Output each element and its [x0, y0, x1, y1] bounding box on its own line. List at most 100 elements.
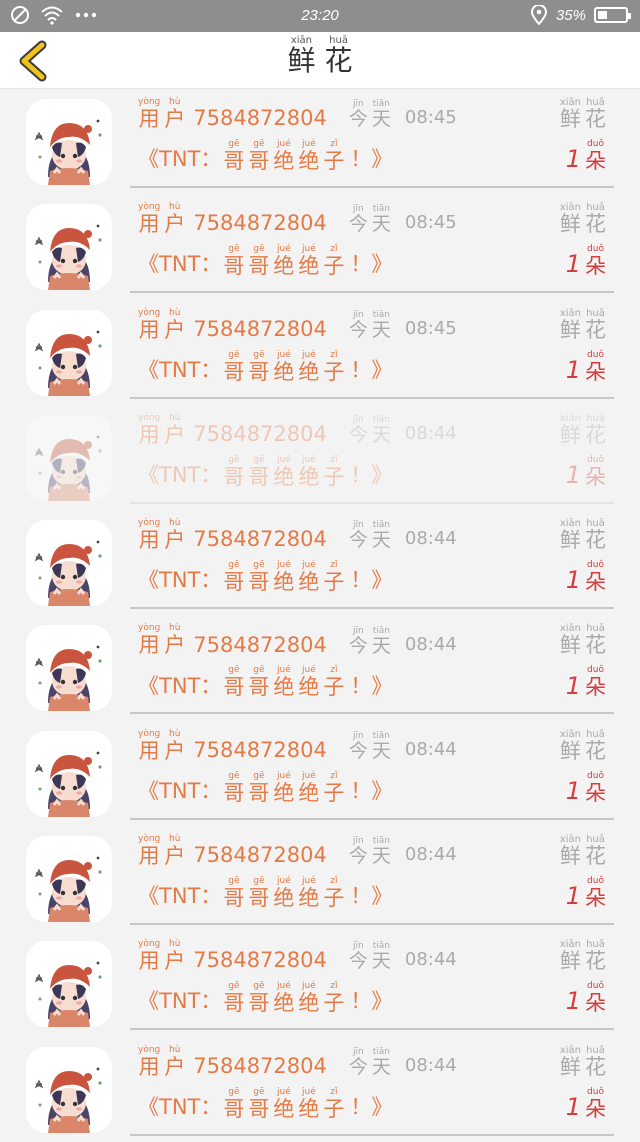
- status-bar: 23:20 35%: [0, 0, 640, 32]
- flower-char: xiān 鲜: [559, 623, 581, 658]
- list-item[interactable]: yòng 用 hù 户 7584872804 jīn 今 tiān 天 08:44 xi…: [0, 510, 640, 615]
- avatar: [26, 414, 112, 501]
- message-char: zǐ 子: [323, 560, 345, 595]
- record-message: 《TNT： gē 哥 gē 哥 jué 绝 jué 绝 zǐ 子 ！》: [138, 244, 392, 277]
- user-id: 7584872804: [193, 527, 327, 552]
- today-char: tiān 天: [371, 99, 391, 131]
- message-close: ！》: [350, 568, 393, 593]
- user-label-char: yòng 用: [138, 834, 161, 869]
- gift-type-label: xiān 鲜 huā 花: [558, 202, 608, 235]
- message-open: 《TNT：: [138, 252, 222, 277]
- user-label-char: yòng 用: [138, 412, 161, 447]
- today-char: tiān 天: [371, 836, 391, 868]
- message-char: gē 哥: [248, 876, 270, 911]
- header: xiān 鲜 huā 花: [0, 32, 640, 89]
- list-item[interactable]: yòng 用 hù 户 7584872804 jīn 今 tiān 天 08:45 xi…: [0, 300, 640, 405]
- message-char: zǐ 子: [323, 876, 345, 911]
- timestamp: jīn 今 tiān 天 08:44: [347, 731, 457, 762]
- message-char: gē 哥: [223, 244, 245, 279]
- flower-count: 1 duǒ 朵: [566, 244, 608, 277]
- list-item[interactable]: yòng 用 hù 户 7584872804 jīn 今 tiān 天 08:44 xi…: [0, 931, 640, 1036]
- unit-char: duǒ 朵: [585, 349, 606, 384]
- user-id: 7584872804: [193, 316, 327, 341]
- message-char: gē 哥: [223, 665, 245, 700]
- timestamp: jīn 今 tiān 天 08:44: [347, 836, 457, 867]
- message-char: gē 哥: [223, 454, 245, 489]
- flower-count: 1 duǒ 朵: [566, 665, 608, 698]
- count-value: 1: [565, 1092, 581, 1121]
- user-label-char: yòng 用: [138, 728, 161, 763]
- record-content: yòng 用 hù 户 7584872804 jīn 今 tiān 天 08:44 xi…: [130, 405, 614, 504]
- list-item[interactable]: yòng 用 hù 户 7584872804 jīn 今 tiān 天 08:44 xi…: [0, 405, 640, 510]
- message-char: gē 哥: [248, 770, 270, 805]
- record-header: yòng 用 hù 户 7584872804 jīn 今 tiān 天 08:44: [136, 939, 457, 972]
- count-value: 1: [565, 566, 581, 595]
- user-label-char: hù 户: [164, 518, 186, 553]
- flower-count: 1 duǒ 朵: [566, 139, 608, 172]
- message-char: jué 绝: [273, 139, 295, 173]
- gift-type-label: xiān 鲜 huā 花: [558, 308, 608, 341]
- flower-record-list[interactable]: yòng 用 hù 户 7584872804 jīn 今 tiān 天 08:45 xi…: [0, 89, 640, 1142]
- time-value: 08:45: [404, 317, 457, 339]
- today-char: jīn 今: [348, 836, 368, 868]
- list-item[interactable]: yòng 用 hù 户 7584872804 jīn 今 tiān 天 08:45 xi…: [0, 89, 640, 194]
- message-char: jué 绝: [273, 665, 295, 700]
- record-header: yòng 用 hù 户 7584872804 jīn 今 tiān 天 08:44: [136, 729, 457, 762]
- battery-icon: [594, 7, 631, 23]
- message-close: ！》: [350, 884, 393, 909]
- today-char: tiān 天: [371, 415, 391, 446]
- count-value: 1: [565, 671, 581, 700]
- flower-char: huā 花: [585, 202, 606, 237]
- flower-count: 1 duǒ 朵: [566, 455, 608, 488]
- unit-char: duǒ 朵: [585, 665, 606, 700]
- message-char: jué 绝: [298, 981, 320, 1016]
- flower-char: huā 花: [585, 518, 606, 553]
- time-value: 08:44: [404, 949, 457, 971]
- user-label-char: hù 户: [164, 412, 186, 447]
- message-char: zǐ 子: [323, 139, 345, 173]
- today-char: jīn 今: [348, 309, 368, 341]
- list-item[interactable]: yòng 用 hù 户 7584872804 jīn 今 tiān 天 08:44 xi…: [0, 721, 640, 826]
- flower-char: xiān 鲜: [559, 412, 581, 447]
- flower-char: xiān 鲜: [559, 939, 581, 974]
- record-header: yòng 用 hù 户 7584872804 jīn 今 tiān 天 08:44: [136, 834, 457, 867]
- list-item[interactable]: yòng 用 hù 户 7584872804 jīn 今 tiān 天 08:44 xi…: [0, 615, 640, 720]
- today-char: tiān 天: [371, 941, 391, 973]
- record-content: yòng 用 hù 户 7584872804 jīn 今 tiān 天 08:45 xi…: [130, 194, 614, 294]
- unit-char: duǒ 朵: [585, 876, 606, 911]
- user-label-char: yòng 用: [138, 518, 161, 553]
- time-value: 08:44: [404, 738, 457, 760]
- message-char: jué 绝: [273, 876, 295, 911]
- today-char: jīn 今: [348, 941, 368, 973]
- record-message: 《TNT： gē 哥 gē 哥 jué 绝 jué 绝 zǐ 子 ！》: [138, 771, 392, 804]
- gift-type-label: xiān 鲜 huā 花: [558, 413, 608, 446]
- message-char: jué 绝: [298, 665, 320, 700]
- list-item[interactable]: yòng 用 hù 户 7584872804 jīn 今 tiān 天 08:44 xi…: [0, 826, 640, 931]
- list-item[interactable]: yòng 用 hù 户 7584872804 jīn 今 tiān 天 08:44 xi…: [0, 1037, 640, 1142]
- avatar: [26, 730, 112, 817]
- list-item[interactable]: yòng 用 hù 户 7584872804 jīn 今 tiān 天 08:45 xi…: [0, 194, 640, 299]
- flower-char: huā 花: [585, 412, 606, 447]
- location-icon: [530, 5, 547, 25]
- message-char: gē 哥: [248, 560, 270, 595]
- message-close: ！》: [350, 252, 393, 277]
- user-id: 7584872804: [193, 632, 327, 657]
- user-label-char: hù 户: [164, 307, 186, 342]
- message-open: 《TNT：: [138, 884, 222, 909]
- girl-avatar-image: [26, 309, 112, 396]
- user-label-char: yòng 用: [138, 939, 161, 974]
- timestamp: jīn 今 tiān 天 08:44: [347, 415, 457, 446]
- today-char: tiān 天: [371, 520, 391, 552]
- record-header: yòng 用 hù 户 7584872804 jīn 今 tiān 天 08:45: [136, 202, 457, 235]
- today-char: tiān 天: [371, 730, 391, 762]
- record-content: yòng 用 hù 户 7584872804 jīn 今 tiān 天 08:45 xi…: [130, 89, 614, 188]
- gift-type-label: xiān 鲜 huā 花: [558, 834, 608, 867]
- flower-char: huā 花: [585, 307, 606, 342]
- girl-avatar-image: [26, 414, 112, 501]
- avatar: [26, 625, 112, 712]
- record-message: 《TNT： gē 哥 gē 哥 jué 绝 jué 绝 zǐ 子 ！》: [138, 350, 392, 383]
- message-char: gē 哥: [223, 770, 245, 805]
- message-char: gē 哥: [248, 244, 270, 279]
- today-char: jīn 今: [348, 1046, 368, 1078]
- message-close: ！》: [350, 673, 393, 698]
